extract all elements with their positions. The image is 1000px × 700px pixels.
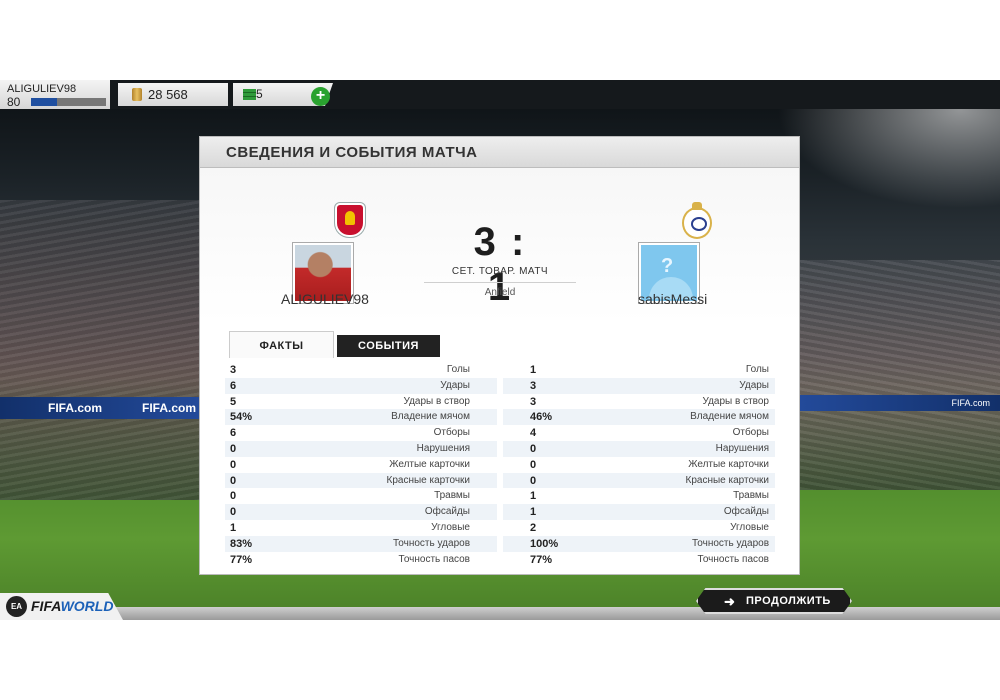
match-stats-table: 3 Голы 1 Голы 6 Удары 3 Удары 5 Удары в створ 3 Уда…: [225, 362, 775, 568]
home-stat-value: 83%: [230, 537, 253, 550]
xp-progress-bar: [31, 98, 106, 106]
away-stat-label: Нарушения: [715, 442, 769, 454]
away-stat-value: 46%: [530, 411, 553, 424]
continue-button[interactable]: ➜ ПРОДОЛЖИТЬ: [696, 588, 852, 614]
ea-sports-logo-icon: EA: [6, 596, 27, 617]
home-stat-label: Удары в створ: [403, 395, 471, 407]
home-stat-value: 77%: [230, 553, 253, 566]
player-name: ALIGULIEV98: [7, 83, 77, 95]
stands-right: [800, 260, 1000, 490]
fifa-points-value: 5: [256, 87, 263, 101]
stat-row: 6 Отборы 4 Отборы: [225, 425, 775, 441]
home-stat-label: Угловые: [431, 521, 470, 533]
match-type: СЕТ. ТОВАР. МАТЧ: [424, 266, 576, 283]
home-stat-label: Нарушения: [416, 442, 470, 454]
match-venue: Anfield: [484, 287, 516, 298]
stat-row: 0 Травмы 1 Травмы: [225, 488, 775, 504]
stat-row: 5 Удары в створ 3 Удары в створ: [225, 394, 775, 410]
home-stat-value: 0: [230, 474, 237, 487]
coins-value: 28 568: [148, 87, 188, 102]
arrow-right-icon: ➜: [724, 594, 736, 609]
stat-row: 0 Нарушения 0 Нарушения: [225, 440, 775, 457]
away-stat-value: 1: [530, 506, 537, 519]
home-stat-value: 6: [230, 427, 237, 440]
away-stat-value: 77%: [530, 553, 553, 566]
adboard-left: FIFA.com FIFA.com: [0, 397, 200, 419]
xp-progress-fill: [31, 98, 58, 106]
bottom-bar: [0, 607, 1000, 620]
real-madrid-crest-icon: [684, 202, 710, 237]
player-info[interactable]: ALIGULIEV98 80: [0, 80, 110, 109]
continue-label: ПРОДОЛЖИТЬ: [746, 595, 831, 607]
away-stat-value: 1: [530, 490, 537, 503]
away-stat-value: 3: [530, 379, 537, 392]
stat-row: 83% Точность ударов 100% Точность ударов: [225, 535, 775, 552]
away-stat-value: 0: [530, 474, 537, 487]
home-stat-value: 54%: [230, 411, 253, 424]
home-stat-value: 0: [230, 442, 237, 455]
away-stat-label: Удары: [739, 379, 769, 391]
away-stat-label: Отборы: [732, 427, 769, 439]
fifa-points-icon: [243, 89, 256, 100]
away-stat-value: 0: [530, 458, 537, 471]
coins-icon: [132, 88, 142, 101]
liverpool-crest-icon: [337, 205, 363, 235]
away-stat-label: Владение мячом: [690, 411, 769, 423]
home-stat-label: Голы: [446, 364, 470, 375]
stat-row: 0 Офсайды 1 Офсайды: [225, 504, 775, 520]
tab-facts[interactable]: ФАКТЫ: [229, 331, 334, 358]
home-stat-label: Удары: [440, 379, 470, 391]
home-stat-value: 5: [230, 395, 237, 408]
home-stat-value: 0: [230, 506, 237, 519]
stands-left: [0, 200, 200, 500]
away-stat-value: 2: [530, 521, 537, 534]
home-stat-value: 3: [230, 364, 237, 376]
home-stat-label: Точность ударов: [392, 537, 470, 549]
away-stat-label: Угловые: [730, 521, 769, 533]
away-stat-label: Удары в створ: [702, 395, 770, 407]
home-stat-label: Травмы: [434, 490, 470, 502]
home-stat-label: Владение мячом: [391, 411, 470, 423]
home-stat-label: Красные карточки: [386, 474, 470, 486]
away-stat-value: 4: [530, 427, 537, 440]
home-team-name: ALIGULIEV98: [281, 291, 369, 307]
panel-title: СВЕДЕНИЯ И СОБЫТИЯ МАТЧА: [226, 144, 478, 161]
stat-row: 77% Точность пасов 77% Точность пасов: [225, 552, 775, 568]
coins-counter: 28 568: [118, 83, 228, 106]
away-stat-label: Голы: [745, 364, 769, 375]
add-points-button[interactable]: +: [311, 87, 330, 106]
player-level: 80: [7, 95, 21, 109]
home-stat-value: 6: [230, 379, 237, 392]
home-stat-label: Офсайды: [424, 506, 470, 518]
stat-row: 0 Желтые карточки 0 Желтые карточки: [225, 457, 775, 473]
away-stat-label: Красные карточки: [685, 474, 769, 486]
away-stat-value: 100%: [530, 537, 559, 550]
stat-row: 6 Удары 3 Удары: [225, 377, 775, 394]
away-stat-label: Травмы: [733, 490, 769, 502]
away-stat-value: 0: [530, 442, 537, 455]
panel-header: СВЕДЕНИЯ И СОБЫТИЯ МАТЧА: [200, 137, 799, 168]
top-bar: ALIGULIEV98 80 28 568 5 +: [0, 80, 1000, 109]
fifa-world-logo: EA FIFAWORLD: [0, 593, 123, 620]
stat-row: 0 Красные карточки 0 Красные карточки: [225, 472, 775, 489]
away-stat-label: Офсайды: [723, 506, 769, 518]
tab-events[interactable]: СОБЫТИЯ: [337, 335, 440, 357]
home-stat-label: Точность пасов: [398, 553, 471, 565]
home-stat-label: Отборы: [433, 427, 470, 439]
away-stat-label: Точность ударов: [691, 537, 769, 549]
home-stat-value: 1: [230, 521, 237, 534]
stat-row: 3 Голы 1 Голы: [225, 362, 775, 378]
home-stat-label: Желтые карточки: [389, 458, 470, 470]
stat-row: 1 Угловые 2 Угловые: [225, 520, 775, 536]
home-stat-value: 0: [230, 458, 237, 471]
away-stat-value: 1: [530, 364, 537, 376]
stat-row: 54% Владение мячом 46% Владение мячом: [225, 409, 775, 426]
away-team-name: sabisMessi: [638, 291, 708, 307]
away-stat-label: Желтые карточки: [688, 458, 769, 470]
away-stat-value: 3: [530, 395, 537, 408]
home-stat-value: 0: [230, 490, 237, 503]
adboard-right: FIFA.com: [800, 395, 1000, 411]
fifa-world-wordmark: FIFAWORLD: [31, 598, 114, 614]
away-stat-label: Точность пасов: [697, 553, 770, 565]
